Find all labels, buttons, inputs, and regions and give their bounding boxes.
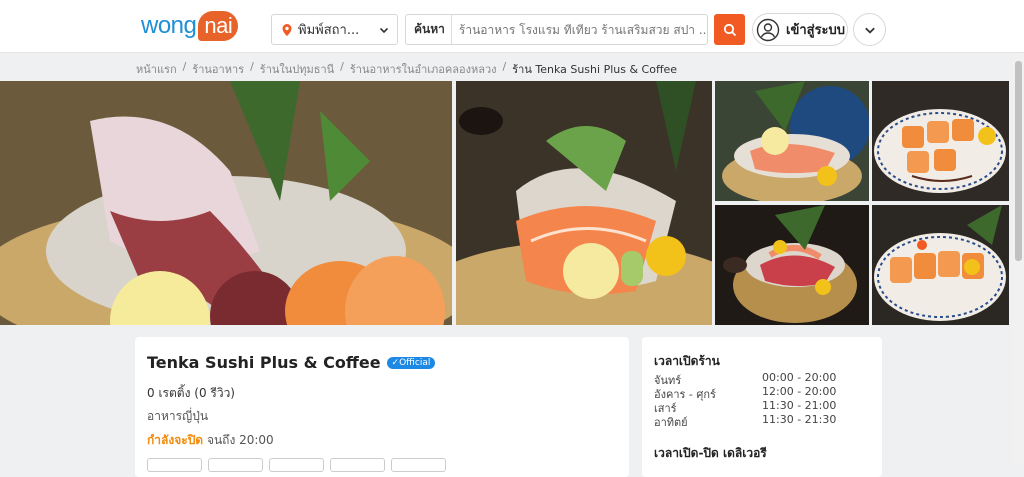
breadcrumb-separator: / (340, 60, 344, 73)
breadcrumb-separator: / (502, 60, 507, 73)
restaurant-name-text: Tenka Sushi Plus & Coffee (147, 353, 381, 372)
breadcrumb-separator: / (182, 60, 187, 73)
delivery-hours-title: เวลาเปิด-ปิด เดลิเวอรี (654, 446, 767, 460)
hours-row: อาทิตย์ 11:30 - 21:30 (654, 413, 854, 431)
rating-summary[interactable]: 0 เรตติ้ง (0 รีวิว) (147, 384, 235, 403)
opening-hours-title: เวลาเปิดร้าน (654, 354, 720, 368)
breadcrumb-province[interactable]: ร้านในปทุมธานี (260, 60, 334, 78)
logo-bubble: nai (198, 11, 239, 41)
wongnai-logo[interactable]: wong nai (141, 9, 239, 43)
gallery-photo-5[interactable] (715, 205, 869, 325)
hours-day: อาทิตย์ (654, 416, 688, 429)
hours-time: 11:30 - 21:30 (762, 413, 837, 426)
action-button[interactable] (330, 458, 385, 472)
closing-soon-label: กำลังจะปิด (147, 433, 204, 447)
chevron-down-icon (379, 27, 389, 33)
gallery-photo-6[interactable] (872, 205, 1009, 325)
breadcrumb: หน้าแรก / ร้านอาหาร / ร้านในปทุมธานี / ร… (136, 60, 677, 78)
search-box: ค้นหา (405, 14, 708, 45)
action-buttons (147, 458, 446, 472)
user-icon (756, 18, 780, 41)
restaurant-name: Tenka Sushi Plus & Coffee ✓ Official (147, 353, 436, 372)
breadcrumb-home[interactable]: หน้าแรก (136, 60, 177, 78)
action-button[interactable] (208, 458, 263, 472)
more-menu-button[interactable] (853, 13, 886, 46)
scrollbar-thumb[interactable] (1015, 61, 1022, 261)
official-badge: ✓ Official (386, 356, 436, 369)
location-selector[interactable]: พิมพ์สถา... (271, 14, 398, 45)
photo-gallery (0, 81, 1024, 325)
opening-hours-card: เวลาเปิดร้าน จันทร์ 00:00 - 20:00 อังคาร … (642, 337, 882, 477)
action-button[interactable] (269, 458, 324, 472)
closing-time: จนถึง 20:00 (206, 433, 274, 447)
open-status: กำลังจะปิด จนถึง 20:00 (147, 431, 274, 450)
gallery-photo-4[interactable] (872, 81, 1009, 201)
breadcrumb-district[interactable]: ร้านอาหารในอำเภอคลองหลวง (350, 60, 497, 78)
gallery-photo-3[interactable] (715, 81, 869, 201)
action-button[interactable] (391, 458, 446, 472)
gallery-photo-2[interactable] (456, 81, 712, 325)
page-scrollbar[interactable] (1013, 53, 1024, 465)
location-pin-icon (282, 23, 292, 36)
breadcrumb-current: ร้าน Tenka Sushi Plus & Coffee (512, 63, 678, 76)
login-label: เข้าสู่ระบบ (786, 23, 846, 38)
location-text: พิมพ์สถา... (298, 23, 360, 38)
top-navbar: wongnai พิมพ์สถา... ค้นหา เข้าสู่ระบบ (0, 0, 1024, 53)
check-icon: ✓ (391, 357, 400, 368)
action-button[interactable] (147, 458, 202, 472)
logo-text: wong (141, 12, 197, 39)
login-button[interactable]: เข้าสู่ระบบ (752, 13, 848, 46)
breadcrumb-restaurants[interactable]: ร้านอาหาร (192, 60, 244, 78)
breadcrumb-separator: / (250, 60, 254, 73)
search-label: ค้นหา (406, 15, 452, 44)
chevron-down-icon (864, 27, 875, 34)
official-badge-label: Official (399, 357, 431, 368)
restaurant-info-card: Tenka Sushi Plus & Coffee ✓ Official 0 เร… (135, 337, 629, 477)
gallery-photo-main[interactable] (0, 81, 452, 325)
cuisine-label[interactable]: อาหารญี่ปุ่น (147, 407, 208, 426)
search-button[interactable] (714, 14, 745, 45)
search-input[interactable] (451, 22, 707, 37)
search-icon (723, 23, 736, 36)
